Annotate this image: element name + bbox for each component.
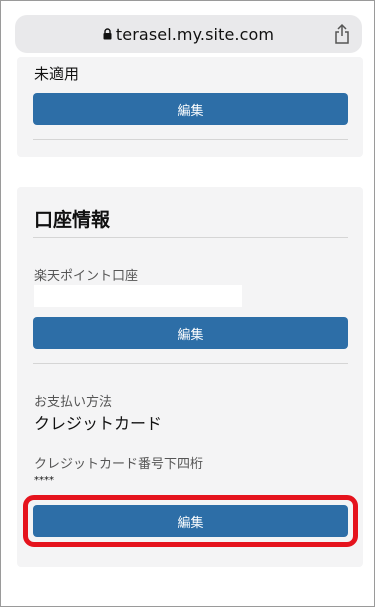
divider: [33, 139, 348, 140]
highlight-box: [23, 495, 358, 547]
payment-method-value: クレジットカード: [34, 414, 163, 433]
screen-frame: terasel.my.site.com 未適用 編集 口座情報 楽天ポイント口座…: [0, 0, 375, 607]
edit-button-2[interactable]: 編集: [33, 317, 348, 349]
share-icon[interactable]: [333, 23, 351, 45]
divider: [33, 237, 348, 238]
status-card: 未適用 編集: [17, 57, 363, 157]
url-text: terasel.my.site.com: [115, 24, 275, 44]
rakuten-point-label: 楽天ポイント口座: [34, 269, 139, 284]
lock-icon: [103, 28, 112, 40]
status-text: 未適用: [34, 65, 80, 83]
address-bar[interactable]: terasel.my.site.com: [15, 15, 362, 53]
payment-method-label: お支払い方法: [34, 395, 113, 410]
edit-button-1[interactable]: 編集: [33, 93, 348, 125]
divider: [33, 363, 348, 364]
rakuten-point-value: [34, 285, 242, 307]
card-last4-label: クレジットカード番号下四桁: [34, 457, 204, 472]
section-heading: 口座情報: [34, 209, 111, 231]
card-last4-value: ****: [34, 475, 54, 486]
